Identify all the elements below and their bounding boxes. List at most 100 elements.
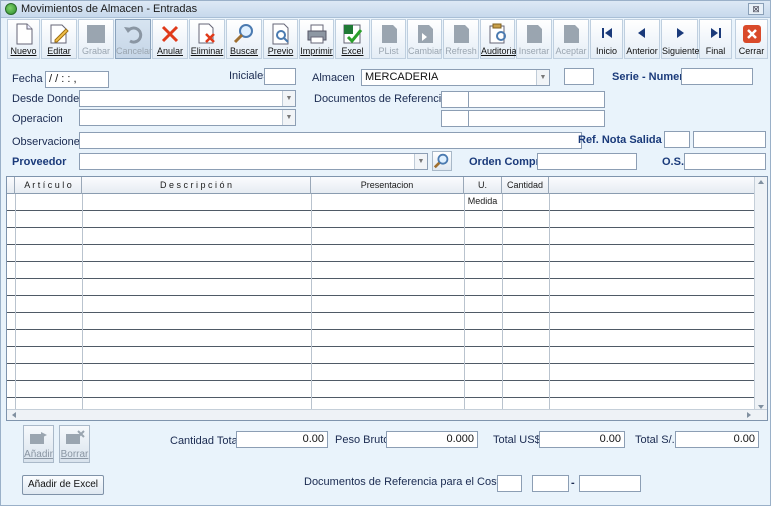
column-cantidad[interactable]: Cantidad [502, 177, 549, 194]
eliminar-button[interactable]: Eliminar [189, 19, 225, 59]
operacion-select[interactable]: ▼ [79, 109, 296, 126]
orden-compra-label: Orden Compra [469, 156, 547, 168]
anadir-de-excel-button[interactable]: Añadir de Excel [22, 475, 104, 495]
anadir-button[interactable]: Añadir [23, 425, 54, 463]
costeo-serie-input[interactable] [532, 475, 569, 492]
total-usd-value: 0.00 [539, 431, 625, 448]
cantidad-total-label: Cantidad Total [170, 435, 241, 447]
docref-numero-input-1[interactable] [468, 91, 605, 108]
docref-costeo-label: Documentos de Referencia para el Costeo [304, 476, 512, 488]
nuevo-button[interactable]: Nuevo [7, 19, 40, 59]
first-record-icon [601, 28, 612, 38]
grid-row-line [7, 329, 757, 330]
insertar-button[interactable]: Insertar [516, 19, 552, 59]
refresh-button[interactable]: Refresh [443, 19, 479, 59]
desde-donde-select[interactable]: ▼ [79, 90, 296, 107]
docref-tipo-input-2[interactable] [441, 110, 469, 127]
title-bar: Movimientos de Almacen - Entradas ⊠ [1, 1, 770, 18]
grid-header: A r t í c u l o D e s c r i p c i ó n Pr… [7, 177, 767, 206]
grid-column-line [311, 194, 312, 412]
chevron-down-icon[interactable]: ▼ [282, 110, 295, 125]
grid-row-line [7, 346, 757, 347]
anterior-button[interactable]: Anterior [624, 19, 660, 59]
grabar-button[interactable]: Grabar [78, 19, 114, 59]
siguiente-button[interactable]: Siguiente [661, 19, 700, 59]
excel-button[interactable]: Excel [335, 19, 370, 59]
toolbar: Nuevo Editar Grabar Cancelar Anular Elim… [5, 19, 770, 61]
serie-numero-input[interactable] [681, 68, 753, 85]
chevron-down-icon[interactable]: ▼ [536, 70, 549, 85]
new-document-icon [16, 23, 32, 45]
print-preview-icon [272, 23, 289, 45]
final-button[interactable]: Final [699, 19, 732, 59]
imprimir-button[interactable]: Imprimir [299, 19, 334, 59]
cancelar-button[interactable]: Cancelar [115, 19, 152, 59]
editar-button[interactable]: Editar [41, 19, 77, 59]
anular-button[interactable]: Anular [152, 19, 188, 59]
serie-numero-label: Serie - Numero [612, 71, 691, 83]
audit-icon [489, 23, 506, 44]
proveedor-select[interactable]: ▼ [79, 153, 428, 170]
almacen-select[interactable]: MERCADERIA ▼ [361, 69, 550, 86]
operacion-label: Operacion [12, 113, 63, 125]
fecha-label: Fecha [12, 73, 43, 85]
column-presentacion[interactable]: Presentacion [311, 177, 464, 194]
aceptar-button[interactable]: Aceptar [553, 19, 589, 59]
os-input[interactable] [684, 153, 766, 170]
column-unidad-medida[interactable]: U. Medida [464, 177, 502, 206]
documentos-referencia-label: Documentos de Referencia [314, 93, 448, 105]
fecha-input[interactable]: / / : : , [45, 71, 109, 88]
ref-nota-numero-input[interactable] [693, 131, 766, 148]
vertical-scrollbar[interactable] [754, 177, 767, 412]
grid-row-line [7, 295, 757, 296]
orden-compra-input[interactable] [537, 153, 637, 170]
chevron-down-icon[interactable]: ▼ [414, 154, 427, 169]
undo-icon [124, 26, 143, 44]
ref-nota-serie-input[interactable] [664, 131, 690, 148]
grid-row-line [7, 380, 757, 381]
buscar-button[interactable]: Buscar [226, 19, 262, 59]
window: Movimientos de Almacen - Entradas ⊠ Nuev… [0, 0, 771, 506]
borrar-button[interactable]: Borrar [59, 425, 90, 463]
horizontal-scrollbar[interactable] [7, 409, 767, 420]
docref-tipo-input-1[interactable] [441, 91, 469, 108]
costeo-tipo-input[interactable] [497, 475, 522, 492]
plist-button[interactable]: PList [371, 19, 406, 59]
items-grid[interactable]: A r t í c u l o D e s c r i p c i ó n Pr… [6, 176, 768, 421]
chevron-down-icon[interactable]: ▼ [282, 91, 295, 106]
accept-icon [564, 25, 579, 43]
column-articulo[interactable]: A r t í c u l o [15, 177, 82, 194]
auditoria-button[interactable]: Auditoria [480, 19, 517, 59]
inicio-button[interactable]: Inicio [590, 19, 623, 59]
costeo-numero-input[interactable] [579, 475, 641, 492]
change-icon [417, 25, 433, 43]
ref-nota-salida-label: Ref. Nota Salida [578, 134, 662, 146]
grid-column-line [464, 194, 465, 412]
cerrar-button[interactable]: Cerrar [735, 19, 768, 59]
os-label: O.S. [662, 156, 685, 168]
total-soles-label: Total S/. [635, 434, 675, 446]
scroll-left-icon[interactable] [9, 410, 19, 420]
scroll-up-icon[interactable] [755, 177, 767, 187]
plist-icon [381, 25, 397, 43]
previo-button[interactable]: Previo [263, 19, 298, 59]
next-record-icon [676, 28, 684, 38]
window-close-button[interactable]: ⊠ [748, 3, 764, 15]
proveedor-label: Proveedor [12, 156, 67, 168]
scroll-right-icon[interactable] [744, 410, 754, 420]
proveedor-search-button[interactable] [432, 151, 452, 171]
grid-row-line [7, 397, 757, 398]
printer-icon [307, 24, 326, 44]
iniciales-input[interactable] [264, 68, 296, 85]
search-icon [233, 24, 253, 44]
column-descripcion[interactable]: D e s c r i p c i ó n [82, 177, 311, 194]
previous-record-icon [638, 28, 645, 38]
last-record-icon [710, 28, 721, 38]
cambiar-button[interactable]: Cambiar [407, 19, 442, 59]
docref-numero-input-2[interactable] [468, 110, 605, 127]
add-row-icon [30, 432, 47, 444]
observaciones-input[interactable] [79, 132, 582, 149]
almacen-code-input[interactable] [564, 68, 594, 85]
close-icon [742, 25, 761, 43]
peso-bruto-label: Peso Bruto [335, 434, 390, 446]
